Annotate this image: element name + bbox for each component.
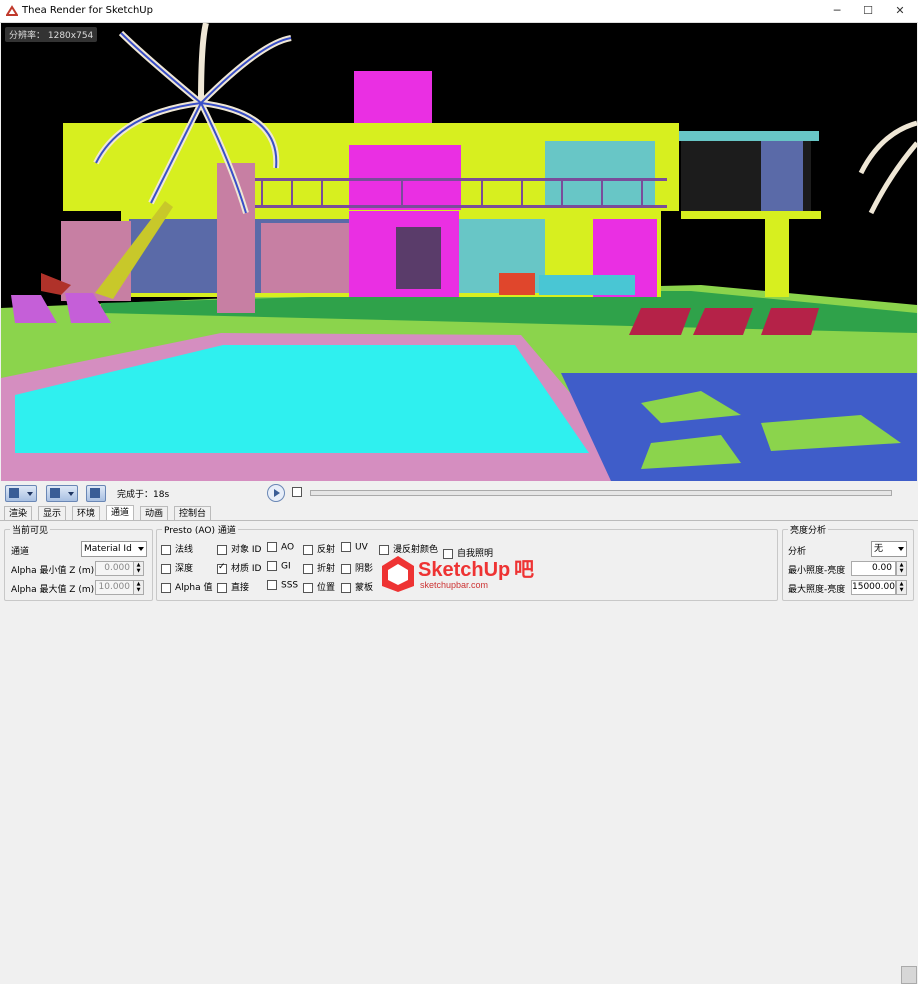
checkbox-box[interactable] xyxy=(267,561,277,571)
checkbox-box[interactable] xyxy=(217,544,227,555)
max-luminance-spinner[interactable]: ▲ ▼ xyxy=(896,580,907,595)
checkbox-box[interactable] xyxy=(217,582,227,593)
checkbox-refraction[interactable]: 折射 xyxy=(303,561,335,574)
progress-checkbox[interactable] xyxy=(292,487,302,497)
max-luminance-input[interactable]: 15000.00 xyxy=(851,580,896,595)
sketchup-logo-icon: SketchUp 吧 sketchupbar.com xyxy=(382,556,534,592)
min-luminance-input[interactable]: 0.00 xyxy=(851,561,896,576)
checkbox-box[interactable] xyxy=(217,562,227,574)
maximize-button[interactable]: ☐ xyxy=(853,2,883,20)
current-visible-group: 当前可见 通道 Material Id Alpha 最小值 Z (m) 0.00… xyxy=(4,523,153,601)
checkbox-gi[interactable]: GI xyxy=(267,561,291,572)
scrollbar[interactable] xyxy=(901,966,917,984)
checkbox-box[interactable] xyxy=(267,542,277,552)
analysis-select[interactable]: 无 xyxy=(871,541,907,557)
watermark-url: sketchupbar.com xyxy=(420,580,488,590)
chevron-down-icon xyxy=(68,492,74,496)
close-button[interactable]: ✕ xyxy=(885,2,915,20)
alpha-min-input[interactable]: 0.000 xyxy=(95,561,134,576)
chevron-down-icon xyxy=(27,492,33,496)
render-viewport[interactable]: 分辨率： 1280x754 xyxy=(1,23,917,481)
checkbox-normal[interactable]: 法线 xyxy=(161,542,193,555)
tab-environment[interactable]: 环境 xyxy=(72,506,101,521)
analysis-select-value: 无 xyxy=(874,544,884,554)
checkbox-ao[interactable]: AO xyxy=(267,542,294,553)
save-icon xyxy=(9,488,19,498)
checkbox-direct[interactable]: 直接 xyxy=(217,580,249,593)
min-luminance-spinner[interactable]: ▲ ▼ xyxy=(896,561,907,576)
watermark: SketchUp 吧 sketchupbar.com xyxy=(378,548,543,592)
checkbox-depth[interactable]: 深度 xyxy=(161,561,193,574)
copy-icon xyxy=(90,488,100,498)
render-toolbar: 完成于：18s xyxy=(0,482,918,984)
checkbox-box[interactable] xyxy=(303,563,313,574)
chevron-down-icon xyxy=(898,547,904,551)
render-status: 完成于：18s xyxy=(117,490,170,500)
refresh-menu-button[interactable] xyxy=(46,485,78,502)
watermark-suffix: 吧 xyxy=(514,559,534,581)
checkbox-uv[interactable]: UV xyxy=(341,542,368,553)
play-button[interactable] xyxy=(267,484,285,502)
tab-display[interactable]: 显示 xyxy=(38,506,67,521)
analysis-label: 分析 xyxy=(788,547,807,557)
checkbox-object-id[interactable]: 对象 ID xyxy=(217,542,261,555)
brightness-group: 亮度分析 分析 无 最小照度-亮度 0.00 ▲ ▼ 最大照度-亮度 15000.… xyxy=(782,523,914,601)
checkbox-position[interactable]: 位置 xyxy=(303,580,335,593)
checkbox-box[interactable] xyxy=(161,563,171,574)
alpha-max-spinner[interactable]: ▲ ▼ xyxy=(133,580,144,595)
alpha-max-input[interactable]: 10.000 xyxy=(95,580,134,595)
alpha-max-label: Alpha 最大值 Z (m) xyxy=(11,585,95,595)
app-icon xyxy=(6,5,18,16)
tab-console[interactable]: 控制台 xyxy=(174,506,212,521)
tab-render[interactable]: 渲染 xyxy=(4,506,33,521)
brightness-title: 亮度分析 xyxy=(788,523,829,536)
channel-select-value: Material Id xyxy=(84,544,132,554)
watermark-brand: SketchUp xyxy=(418,559,510,581)
channel-label: 通道 xyxy=(11,547,30,557)
checkbox-box[interactable] xyxy=(341,563,351,574)
progress-bar xyxy=(310,490,892,496)
checkbox-shadow[interactable]: 阴影 xyxy=(341,561,373,574)
presto-title: Presto (AO) 通道 xyxy=(162,523,238,536)
checkbox-sss[interactable]: SSS xyxy=(267,580,298,591)
alpha-min-spinner[interactable]: ▲ ▼ xyxy=(133,561,144,576)
max-luminance-label: 最大照度-亮度 xyxy=(788,585,846,595)
save-menu-button[interactable] xyxy=(5,485,37,502)
window-title: Thea Render for SketchUp xyxy=(22,5,153,16)
checkbox-reflection[interactable]: 反射 xyxy=(303,542,335,555)
alpha-min-label: Alpha 最小值 Z (m) xyxy=(11,566,95,576)
title-bar: Thea Render for SketchUp ─ ☐ ✕ xyxy=(0,0,918,23)
checkbox-box[interactable] xyxy=(161,544,171,555)
copy-button[interactable] xyxy=(86,485,106,502)
tab-animation[interactable]: 动画 xyxy=(140,506,169,521)
checkbox-box[interactable] xyxy=(341,542,351,552)
checkbox-box[interactable] xyxy=(303,582,313,593)
min-luminance-label: 最小照度-亮度 xyxy=(788,566,846,576)
channel-select[interactable]: Material Id xyxy=(81,541,147,557)
resolution-badge: 分辨率： 1280x754 xyxy=(5,27,98,42)
checkbox-box[interactable] xyxy=(341,582,351,593)
tab-bar: 渲染 显示 环境 通道 动画 控制台 xyxy=(0,505,918,522)
checkbox-box[interactable] xyxy=(161,582,171,593)
checkbox-alpha[interactable]: Alpha 值 xyxy=(161,580,212,593)
checkbox-box[interactable] xyxy=(267,580,277,590)
minimize-button[interactable]: ─ xyxy=(822,2,852,20)
chevron-down-icon xyxy=(138,547,144,551)
refresh-icon xyxy=(50,488,60,498)
checkbox-box[interactable] xyxy=(303,544,313,555)
current-visible-title: 当前可见 xyxy=(10,523,51,536)
render-image xyxy=(1,23,917,481)
checkbox-mask[interactable]: 蒙板 xyxy=(341,580,373,593)
checkbox-material-id[interactable]: 材质 ID xyxy=(217,561,261,574)
